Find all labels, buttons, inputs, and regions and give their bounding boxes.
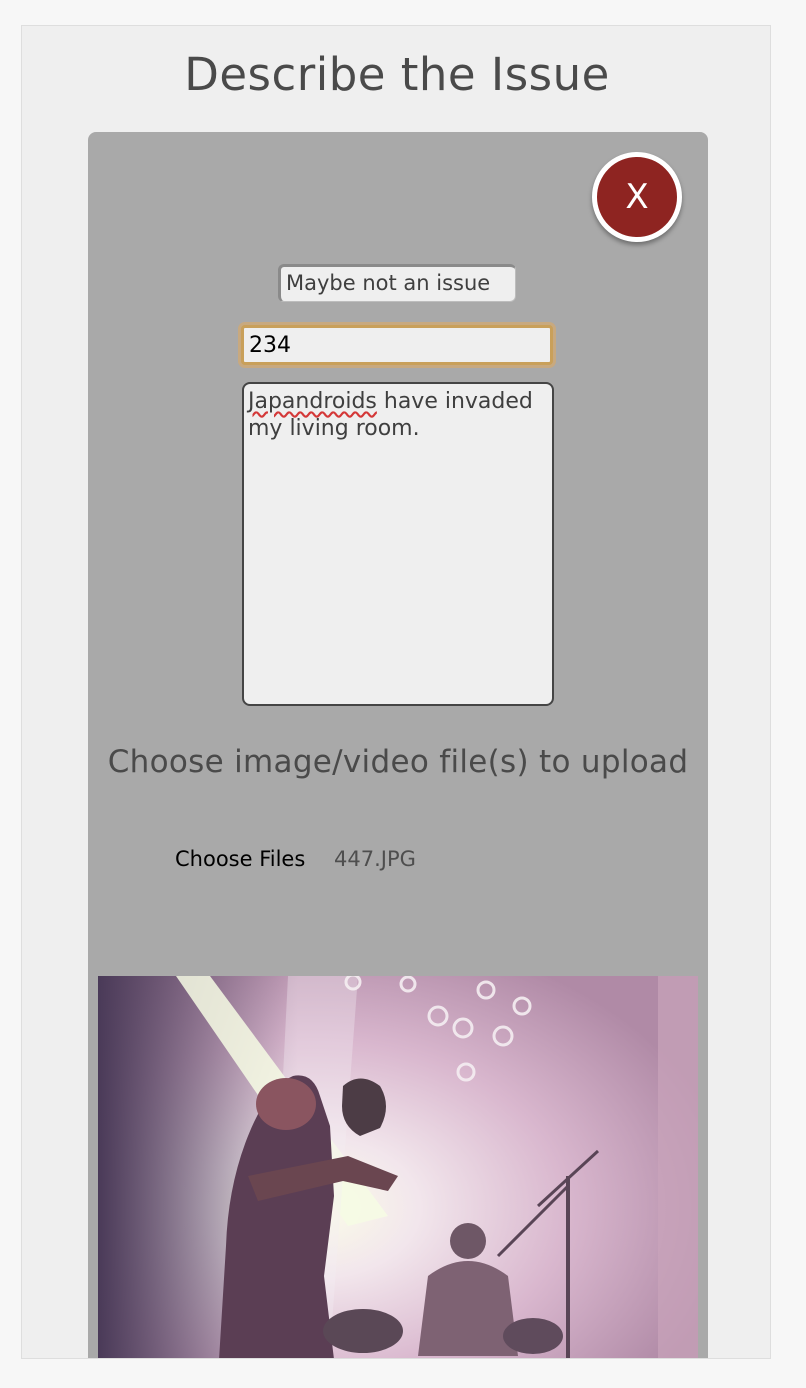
page-title: Describe the Issue	[184, 48, 610, 101]
close-button[interactable]: X	[592, 152, 682, 242]
upload-heading: Choose image/video file(s) to upload	[107, 744, 689, 780]
selected-file-name: 447.JPG	[334, 847, 416, 871]
issue-category-select[interactable]: Maybe not an issue	[278, 264, 516, 302]
concert-photo	[98, 976, 698, 1358]
issue-number-input[interactable]	[241, 325, 553, 365]
issue-panel: Describe the Issue X Maybe not an issue …	[21, 25, 771, 1359]
issue-form-card: X Maybe not an issue Japandroids have in…	[88, 132, 708, 1358]
issue-description-textarea[interactable]: Japandroids have invaded my living room.	[242, 382, 554, 706]
uploaded-image-preview	[98, 976, 698, 1358]
choose-files-button[interactable]: Choose Files	[175, 847, 305, 871]
misspelled-word: Japandroids	[248, 389, 377, 414]
